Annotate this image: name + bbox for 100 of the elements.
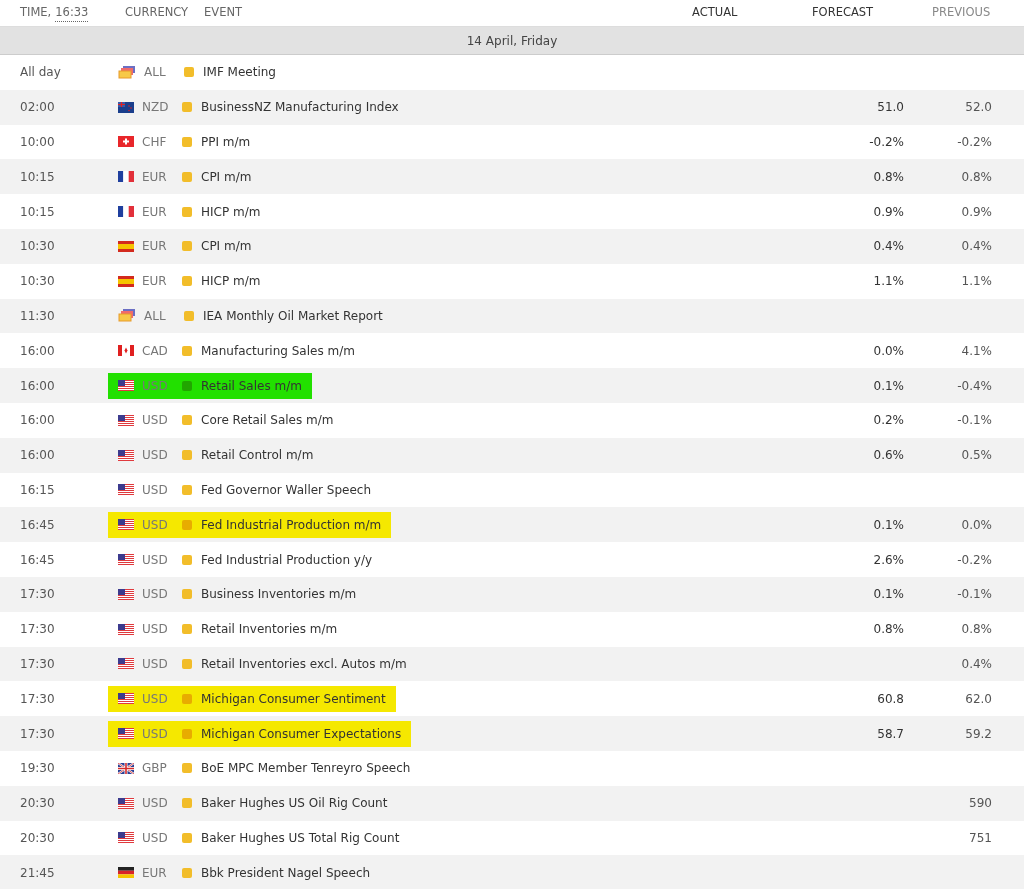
flag-icon xyxy=(118,345,134,357)
forecast-value: -0.2% xyxy=(869,135,904,149)
event-time: 17:30 xyxy=(19,621,56,639)
currency-code: USD xyxy=(142,586,169,604)
previous-value: 0.9% xyxy=(961,204,992,219)
event-name: Fed Industrial Production m/m xyxy=(201,516,382,534)
currency-code: EUR xyxy=(142,864,168,882)
event-time: 10:00 xyxy=(19,134,56,151)
event-row[interactable]: 17:30 USD Business Inventories m/m 0.1% -0.1% xyxy=(0,576,1024,612)
currency-code: NZD xyxy=(142,99,170,117)
column-header: EVENT xyxy=(203,4,244,22)
forecast-value: 0.8% xyxy=(873,622,904,637)
flag-icon xyxy=(118,171,134,183)
importance-icon xyxy=(182,763,192,774)
importance-icon xyxy=(182,867,192,878)
event-time: 20:30 xyxy=(19,829,56,847)
previous-value: 0.8% xyxy=(961,622,992,637)
event-name: Core Retail Sales m/m xyxy=(201,412,334,430)
currency-code: EUR xyxy=(142,273,168,291)
currency-code: CAD xyxy=(142,342,169,360)
event-row[interactable]: 17:30 USD Retail Inventories excl. Autos m/m 0.4% xyxy=(0,646,1024,682)
flag-icon xyxy=(118,380,134,392)
importance-icon xyxy=(182,554,192,565)
flag-icon xyxy=(118,658,134,670)
flag-icon xyxy=(118,832,134,844)
currency-code: USD xyxy=(142,725,169,743)
importance-icon xyxy=(182,276,192,287)
flag-icon xyxy=(118,693,134,705)
currency-code: USD xyxy=(142,655,169,673)
event-row[interactable]: 16:00 USD Retail Sales m/m 0.1% -0.4% xyxy=(0,368,1024,403)
previous-value: -0.1% xyxy=(957,413,992,428)
event-time: 17:30 xyxy=(19,655,56,673)
flag-icon xyxy=(118,728,134,740)
column-header: FORECAST xyxy=(812,4,875,22)
forecast-value: 2.6% xyxy=(873,552,904,567)
flag-icon xyxy=(118,623,134,635)
previous-value: -0.1% xyxy=(957,587,992,602)
currency-code: USD xyxy=(142,795,169,813)
event-time: 16:45 xyxy=(19,516,56,534)
event-time: 11:30 xyxy=(19,307,56,325)
currency-code: EUR xyxy=(142,168,168,186)
event-name: Baker Hughes US Total Rig Count xyxy=(201,829,400,847)
event-name: Michigan Consumer Expectations xyxy=(201,725,402,743)
column-header: ACTUAL xyxy=(692,4,739,22)
currency-code: USD xyxy=(142,377,169,395)
event-name: Fed Industrial Production y/y xyxy=(201,551,373,569)
previous-value: 751 xyxy=(969,830,992,845)
event-name: IEA Monthly Oil Market Report xyxy=(203,307,383,325)
importance-icon xyxy=(182,658,192,669)
event-name: Retail Control m/m xyxy=(201,447,314,465)
forecast-value: 60.8 xyxy=(877,691,904,706)
event-name: Retail Sales m/m xyxy=(201,377,302,395)
forecast-value: 0.0% xyxy=(873,343,904,358)
event-row[interactable]: 17:30 USD Michigan Consumer Expectations 58.7 59.2 xyxy=(0,716,1024,751)
previous-value: -0.2% xyxy=(957,135,992,149)
event-time: All day xyxy=(19,64,62,82)
forecast-value: 51.0 xyxy=(877,100,904,115)
date-header-row: 14 April, Friday xyxy=(0,27,1024,55)
event-row[interactable]: 11:30 ALL IEA Monthly Oil Market Report xyxy=(0,298,1024,334)
flag-icon xyxy=(118,414,134,426)
importance-icon xyxy=(182,345,192,356)
event-time: 21:45 xyxy=(19,864,56,882)
importance-icon xyxy=(182,798,192,809)
event-time: 17:30 xyxy=(19,690,56,708)
stacked-flags-icon xyxy=(118,65,136,79)
event-row[interactable]: 21:45 EUR Bbk President Nagel Speech xyxy=(0,855,1024,889)
column-header: CURRENCY xyxy=(124,4,190,22)
flag-icon xyxy=(118,101,134,113)
currency-code: USD xyxy=(142,551,169,569)
event-name: Business Inventories m/m xyxy=(201,586,357,604)
event-row[interactable]: 16:00 USD Retail Control m/m 0.6% 0.5% xyxy=(0,437,1024,473)
flag-icon xyxy=(118,867,134,879)
event-row[interactable]: 02:00 NZD BusinessNZ Manufacturing Index 51.0 52.0 xyxy=(0,89,1024,125)
event-row[interactable]: 10:30 EUR CPI m/m 0.4% 0.4% xyxy=(0,229,1024,264)
importance-icon xyxy=(182,380,192,391)
forecast-value: 1.1% xyxy=(873,274,904,289)
event-name: CPI m/m xyxy=(201,168,252,186)
event-name: Bbk President Nagel Speech xyxy=(201,864,371,882)
previous-value: 0.8% xyxy=(961,169,992,184)
flag-icon xyxy=(118,554,134,566)
event-row[interactable]: 20:30 USD Baker Hughes US Oil Rig Count 590 xyxy=(0,785,1024,821)
event-time: 10:15 xyxy=(19,168,56,186)
currency-code: USD xyxy=(142,481,169,499)
event-row[interactable]: 10:15 EUR CPI m/m 0.8% 0.8% xyxy=(0,159,1024,195)
previous-value: 0.4% xyxy=(961,239,992,254)
currency-code: USD xyxy=(142,412,169,430)
current-time[interactable]: 16:33 xyxy=(55,3,89,23)
forecast-value: 0.1% xyxy=(873,517,904,532)
forecast-value: 0.2% xyxy=(873,413,904,428)
event-time: 10:30 xyxy=(19,273,56,291)
previous-value: 52.0 xyxy=(965,100,992,115)
currency-code: GBP xyxy=(142,760,168,778)
flag-icon xyxy=(118,206,134,218)
currency-code: EUR xyxy=(142,203,168,221)
importance-icon xyxy=(182,241,192,252)
importance-icon xyxy=(182,206,192,217)
flag-icon xyxy=(118,484,134,496)
event-name: IMF Meeting xyxy=(203,64,276,82)
event-time: 20:30 xyxy=(19,795,56,813)
event-row[interactable]: 16:45 USD Fed Industrial Production m/m 0.1% 0.0% xyxy=(0,507,1024,543)
